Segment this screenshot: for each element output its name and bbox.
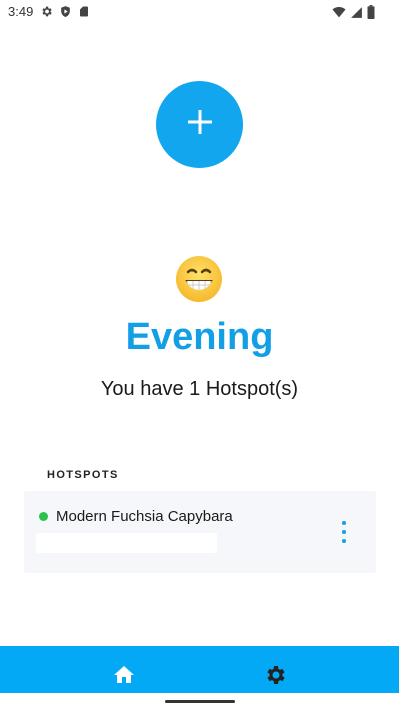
add-hotspot-button[interactable] xyxy=(156,81,243,168)
shield-icon xyxy=(59,5,72,23)
nav-settings-button[interactable] xyxy=(263,663,287,687)
battery-icon xyxy=(367,5,375,24)
status-icons-left xyxy=(40,5,90,23)
home-icon xyxy=(112,666,136,691)
more-vertical-icon[interactable] xyxy=(338,521,350,543)
hotspots-section-label: HOTSPOTS xyxy=(47,469,119,481)
wifi-icon xyxy=(332,6,346,24)
gear-icon xyxy=(40,5,53,23)
hotspot-subline-placeholder xyxy=(36,533,217,553)
menu-dot xyxy=(342,539,346,543)
bottom-nav xyxy=(0,646,399,693)
status-time: 3:49 xyxy=(8,4,34,19)
hotspot-count-text: You have 1 Hotspot(s) xyxy=(100,378,299,400)
plus-icon xyxy=(187,109,213,140)
settings-gear-icon xyxy=(263,666,287,691)
greeting-title: Evening xyxy=(125,316,274,358)
nav-home-button[interactable] xyxy=(112,663,136,687)
sim-card-icon xyxy=(78,5,90,23)
status-bar: 3:49 xyxy=(0,0,399,24)
menu-dot xyxy=(342,530,346,534)
status-icons-right xyxy=(332,5,375,24)
menu-dot xyxy=(342,521,346,525)
online-status-dot xyxy=(39,512,48,521)
grinning-face-emoji xyxy=(174,254,224,304)
cell-signal-icon xyxy=(350,6,363,24)
hotspot-card[interactable]: Modern Fuchsia Capybara xyxy=(24,491,376,573)
gesture-handle[interactable] xyxy=(165,700,235,703)
gesture-bar xyxy=(0,693,399,710)
hotspot-name: Modern Fuchsia Capybara xyxy=(56,508,233,525)
